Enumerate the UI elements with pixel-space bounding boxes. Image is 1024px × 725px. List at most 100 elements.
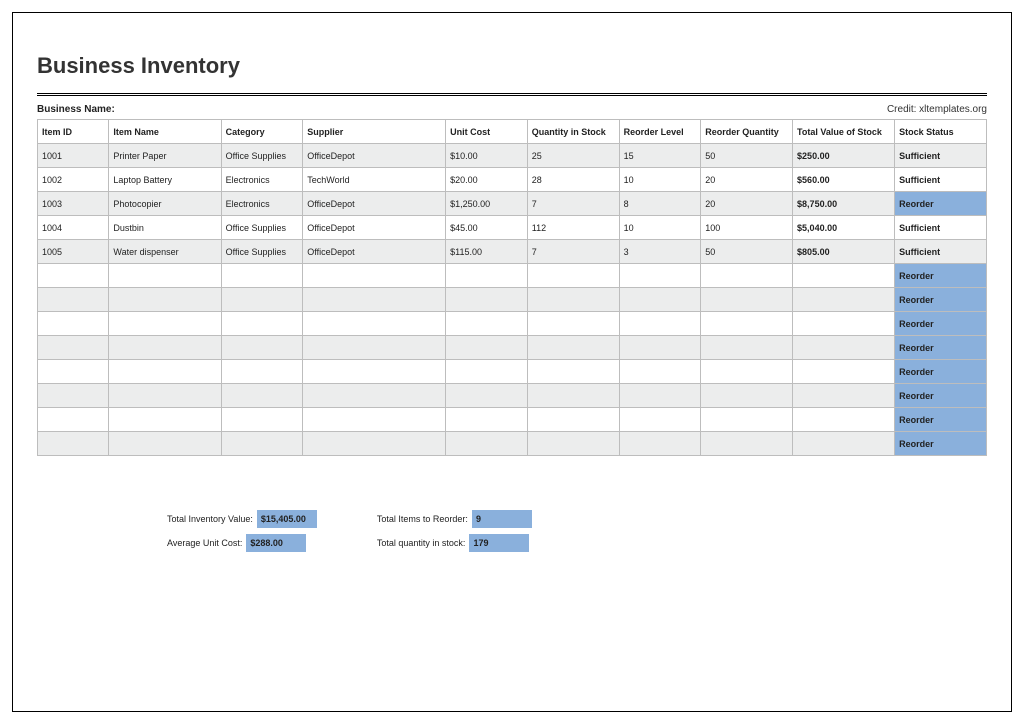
cell-sup: OfficeDepot (303, 144, 446, 168)
cell-reqty (701, 360, 793, 384)
cell-id (38, 384, 109, 408)
cell-id: 1001 (38, 144, 109, 168)
cell-reqty (701, 336, 793, 360)
inventory-table: Item IDItem NameCategorySupplierUnit Cos… (37, 119, 987, 456)
header-bar: Business Name: Credit: xltemplates.org (37, 104, 987, 115)
cell-sup (303, 384, 446, 408)
cell-tot (793, 384, 895, 408)
cell-name (109, 288, 221, 312)
column-header: Total Value of Stock (793, 120, 895, 144)
cell-tot (793, 432, 895, 456)
cell-name: Water dispenser (109, 240, 221, 264)
cell-tot (793, 312, 895, 336)
cell-cat (221, 360, 303, 384)
cell-cat: Office Supplies (221, 240, 303, 264)
cell-sup (303, 288, 446, 312)
cell-status: Sufficient (895, 216, 987, 240)
cell-cat (221, 312, 303, 336)
column-header: Unit Cost (446, 120, 528, 144)
cell-cat: Electronics (221, 192, 303, 216)
cell-id (38, 408, 109, 432)
cell-reqty (701, 432, 793, 456)
summary-value: $288.00 (246, 534, 306, 552)
summary-value: 9 (472, 510, 532, 528)
cell-cat (221, 408, 303, 432)
cell-tot (793, 360, 895, 384)
cell-sup (303, 264, 446, 288)
column-header: Supplier (303, 120, 446, 144)
cell-reqty: 20 (701, 192, 793, 216)
cell-id (38, 312, 109, 336)
summary-label: Average Unit Cost: (167, 538, 246, 548)
table-row: Reorder (38, 432, 987, 456)
cell-cost (446, 360, 528, 384)
cell-tot (793, 264, 895, 288)
cell-status: Reorder (895, 408, 987, 432)
cell-tot (793, 336, 895, 360)
cell-sup (303, 312, 446, 336)
column-header: Item ID (38, 120, 109, 144)
cell-id (38, 432, 109, 456)
cell-status: Reorder (895, 432, 987, 456)
table-header-row: Item IDItem NameCategorySupplierUnit Cos… (38, 120, 987, 144)
cell-qty (527, 312, 619, 336)
cell-id (38, 264, 109, 288)
cell-qty (527, 336, 619, 360)
cell-name: Photocopier (109, 192, 221, 216)
cell-cat: Office Supplies (221, 144, 303, 168)
column-header: Stock Status (895, 120, 987, 144)
cell-id: 1005 (38, 240, 109, 264)
cell-name (109, 408, 221, 432)
document-page: Business Inventory Business Name: Credit… (12, 12, 1012, 712)
cell-qty (527, 360, 619, 384)
cell-id: 1002 (38, 168, 109, 192)
cell-cat (221, 336, 303, 360)
cell-name: Laptop Battery (109, 168, 221, 192)
cell-cat: Office Supplies (221, 216, 303, 240)
cell-cost (446, 336, 528, 360)
cell-reqty (701, 408, 793, 432)
cell-qty (527, 264, 619, 288)
cell-reord: 10 (619, 216, 701, 240)
cell-tot (793, 408, 895, 432)
cell-tot: $805.00 (793, 240, 895, 264)
cell-cost: $20.00 (446, 168, 528, 192)
cell-status: Reorder (895, 288, 987, 312)
cell-cat (221, 288, 303, 312)
summary-row-total-value: Total Inventory Value: $15,405.00 (167, 510, 317, 528)
cell-status: Reorder (895, 336, 987, 360)
cell-sup: OfficeDepot (303, 192, 446, 216)
table-row: 1003PhotocopierElectronicsOfficeDepot$1,… (38, 192, 987, 216)
cell-cat (221, 432, 303, 456)
cell-reord (619, 384, 701, 408)
cell-name (109, 264, 221, 288)
business-name-label: Business Name: (37, 104, 115, 115)
summary-value: 179 (469, 534, 529, 552)
summary-row-qty-stock: Total quantity in stock: 179 (377, 534, 532, 552)
cell-cost (446, 408, 528, 432)
summary-value: $15,405.00 (257, 510, 317, 528)
cell-qty: 7 (527, 240, 619, 264)
column-header: Reorder Quantity (701, 120, 793, 144)
cell-cost (446, 384, 528, 408)
cell-reord: 10 (619, 168, 701, 192)
cell-id (38, 288, 109, 312)
cell-sup: TechWorld (303, 168, 446, 192)
cell-qty: 7 (527, 192, 619, 216)
cell-sup: OfficeDepot (303, 216, 446, 240)
cell-sup (303, 360, 446, 384)
cell-status: Reorder (895, 360, 987, 384)
cell-reqty (701, 312, 793, 336)
cell-cost (446, 312, 528, 336)
cell-name (109, 360, 221, 384)
summary-row-items-reorder: Total Items to Reorder: 9 (377, 510, 532, 528)
cell-status: Sufficient (895, 144, 987, 168)
table-row: 1005Water dispenserOffice SuppliesOffice… (38, 240, 987, 264)
cell-reqty: 50 (701, 240, 793, 264)
cell-qty (527, 384, 619, 408)
cell-sup (303, 336, 446, 360)
table-row: 1004DustbinOffice SuppliesOfficeDepot$45… (38, 216, 987, 240)
cell-tot: $8,750.00 (793, 192, 895, 216)
cell-cat: Electronics (221, 168, 303, 192)
table-row: Reorder (38, 360, 987, 384)
